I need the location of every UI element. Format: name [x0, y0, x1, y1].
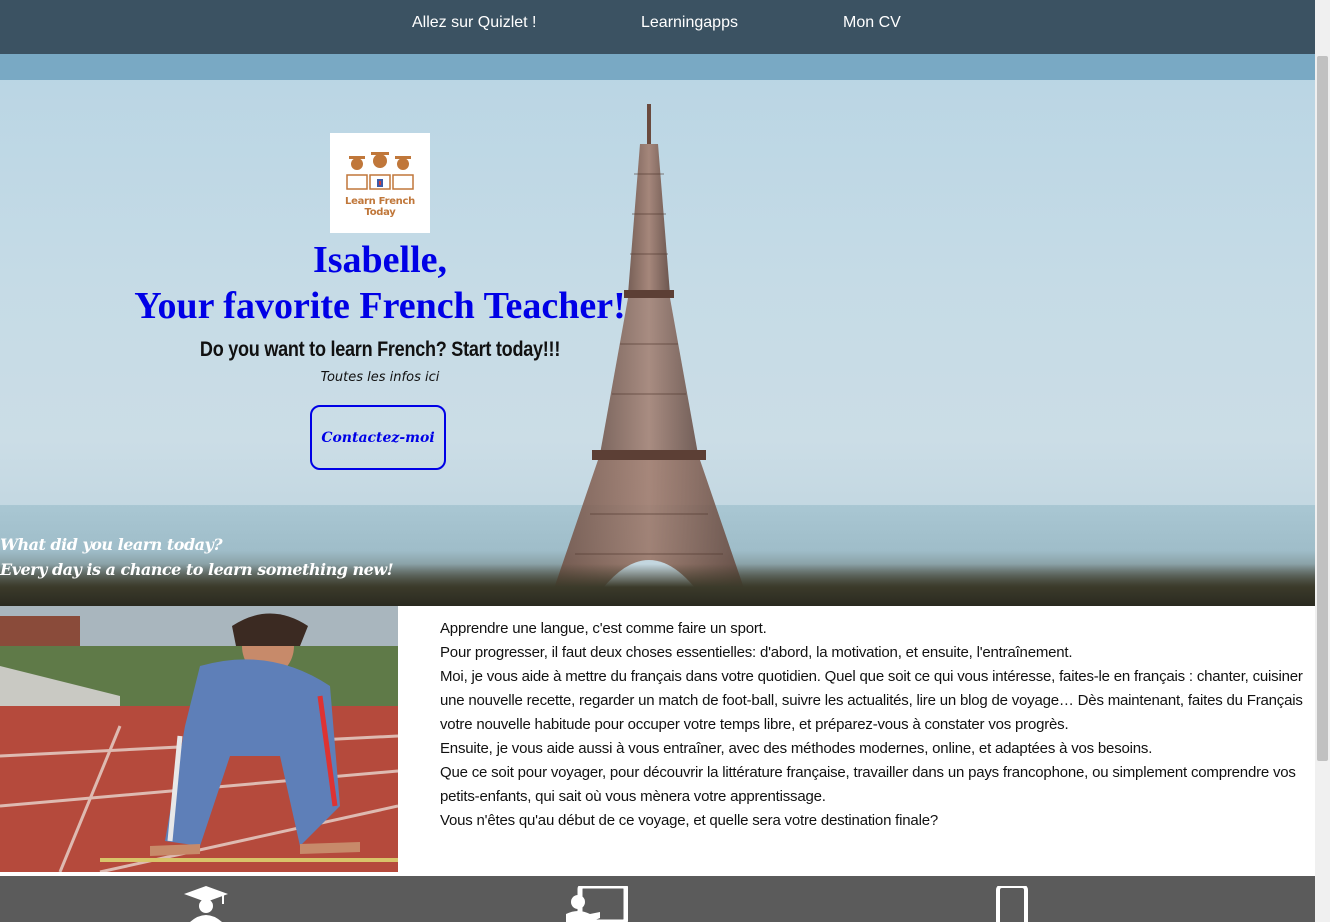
graduate-icon	[184, 886, 228, 922]
tagline-line-1: What did you learn today?	[0, 535, 223, 554]
intro-paragraph: Vous n'êtes qu'au début de ce voyage, et…	[440, 812, 938, 829]
logo-text: Learn French Today	[345, 196, 415, 218]
runner-photo	[0, 606, 398, 872]
students-logo-icon	[346, 152, 414, 190]
hero-top-band	[0, 54, 1315, 80]
info-text: Toutes les infos ici	[320, 370, 440, 385]
teacher-title-heading: Your favorite French Teacher!	[134, 285, 626, 327]
intro-paragraph: Ensuite, je vous aide aussi à vous entra…	[440, 740, 1153, 757]
nav-link-learningapps[interactable]: Learningapps	[641, 14, 738, 32]
learn-french-logo: Learn French Today	[330, 133, 430, 233]
intro-paragraph: Que ce soit pour voyager, pour découvrir…	[440, 764, 1296, 805]
intro-text: Apprendre une langue, c'est comme faire …	[440, 617, 1310, 833]
nav-link-quizlet[interactable]: Allez sur Quizlet !	[412, 14, 536, 32]
hero-tagline: What did you learn today? Every day is a…	[0, 532, 394, 582]
runner-image	[0, 606, 398, 872]
intro-paragraph: Moi, je vous aide à mettre du français d…	[440, 668, 1303, 733]
intro-paragraph: Pour progresser, il faut deux choses ess…	[440, 644, 1073, 661]
teacher-board-icon	[566, 886, 628, 922]
nav-link-mon-cv[interactable]: Mon CV	[843, 14, 901, 32]
cta-heading: Do you want to learn French? Start today…	[199, 338, 561, 361]
mobile-phone-icon	[996, 886, 1028, 922]
scrollbar-thumb[interactable]	[1317, 56, 1328, 761]
tagline-line-2: Every day is a chance to learn something…	[0, 560, 394, 579]
features-footer	[0, 876, 1315, 922]
teacher-name-heading: Isabelle,	[312, 239, 448, 281]
intro-paragraph: Apprendre une langue, c'est comme faire …	[440, 620, 767, 637]
contact-button[interactable]: Contactez-moi	[310, 405, 446, 470]
hero-section: Learn French Today Isabelle, Your favori…	[0, 54, 1315, 606]
top-navigation: Allez sur Quizlet ! Learningapps Mon CV	[0, 0, 1315, 54]
